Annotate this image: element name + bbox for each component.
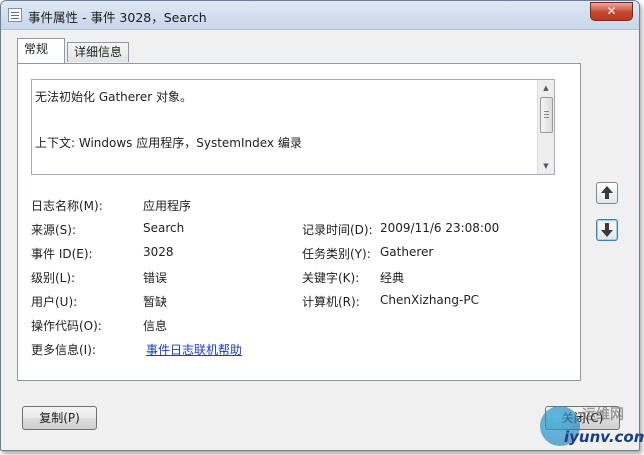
copy-button[interactable]: 复制(P) (22, 406, 97, 430)
next-event-button[interactable] (596, 219, 618, 241)
description-line-1: 无法初始化 Gatherer 对象。 (35, 90, 192, 104)
close-window-button[interactable]: ✕ (590, 2, 633, 21)
description-scrollbar[interactable]: ▲ ▼ (537, 80, 554, 174)
keywords-value: 经典 (380, 271, 405, 285)
description-line-2: 上下文: Windows 应用程序，SystemIndex 编录 (35, 136, 302, 150)
task-category-label: 任务类别(Y): (302, 247, 371, 261)
previous-event-button[interactable] (596, 182, 618, 204)
scroll-down-arrow-icon[interactable]: ▼ (538, 159, 554, 173)
close-icon: ✕ (606, 4, 617, 18)
log-name-label: 日志名称(M): (31, 199, 103, 213)
scroll-up-arrow-icon[interactable]: ▲ (538, 81, 554, 95)
window-title: 事件属性 - 事件 3028，Search (28, 10, 207, 25)
user-value: 暂缺 (143, 295, 168, 309)
task-category-value: Gatherer (380, 245, 434, 259)
opcode-value: 信息 (143, 319, 168, 333)
computer-value: ChenXizhang-PC (380, 293, 479, 307)
general-tab-panel: 无法初始化 Gatherer 对象。 上下文: Windows 应用程序，Sys… (17, 63, 581, 381)
scroll-thumb[interactable] (540, 97, 553, 133)
arrow-up-icon (601, 186, 613, 199)
event-properties-window: 事件属性 - 事件 3028，Search ✕ 常规 详细信息 无法初始化 Ga… (0, 0, 640, 451)
user-label: 用户(U): (31, 295, 78, 309)
logged-value: 2009/11/6 23:08:00 (380, 221, 500, 235)
level-label: 级别(L): (31, 271, 76, 285)
source-label: 来源(S): (31, 223, 77, 237)
event-viewer-icon (8, 8, 22, 22)
log-name-value: 应用程序 (143, 199, 192, 213)
keywords-label: 关键字(K): (302, 271, 360, 285)
title-bar[interactable]: 事件属性 - 事件 3028，Search ✕ (1, 1, 639, 30)
event-id-value: 3028 (143, 245, 174, 259)
more-info-label: 更多信息(I): (31, 343, 96, 357)
source-value: Search (143, 221, 185, 235)
close-button[interactable]: 关闭(C) (545, 406, 620, 430)
tab-general[interactable]: 常规 (17, 38, 65, 63)
event-description-box[interactable]: 无法初始化 Gatherer 对象。 上下文: Windows 应用程序，Sys… (31, 79, 555, 175)
logged-label: 记录时间(D): (302, 223, 373, 237)
event-id-label: 事件 ID(E): (31, 247, 93, 261)
opcode-label: 操作代码(O): (31, 319, 102, 333)
computer-label: 计算机(R): (302, 295, 360, 309)
arrow-down-icon (601, 223, 613, 237)
level-value: 错误 (143, 271, 168, 285)
tab-details[interactable]: 详细信息 (67, 42, 129, 62)
online-help-link[interactable]: 事件日志联机帮助 (146, 341, 242, 358)
